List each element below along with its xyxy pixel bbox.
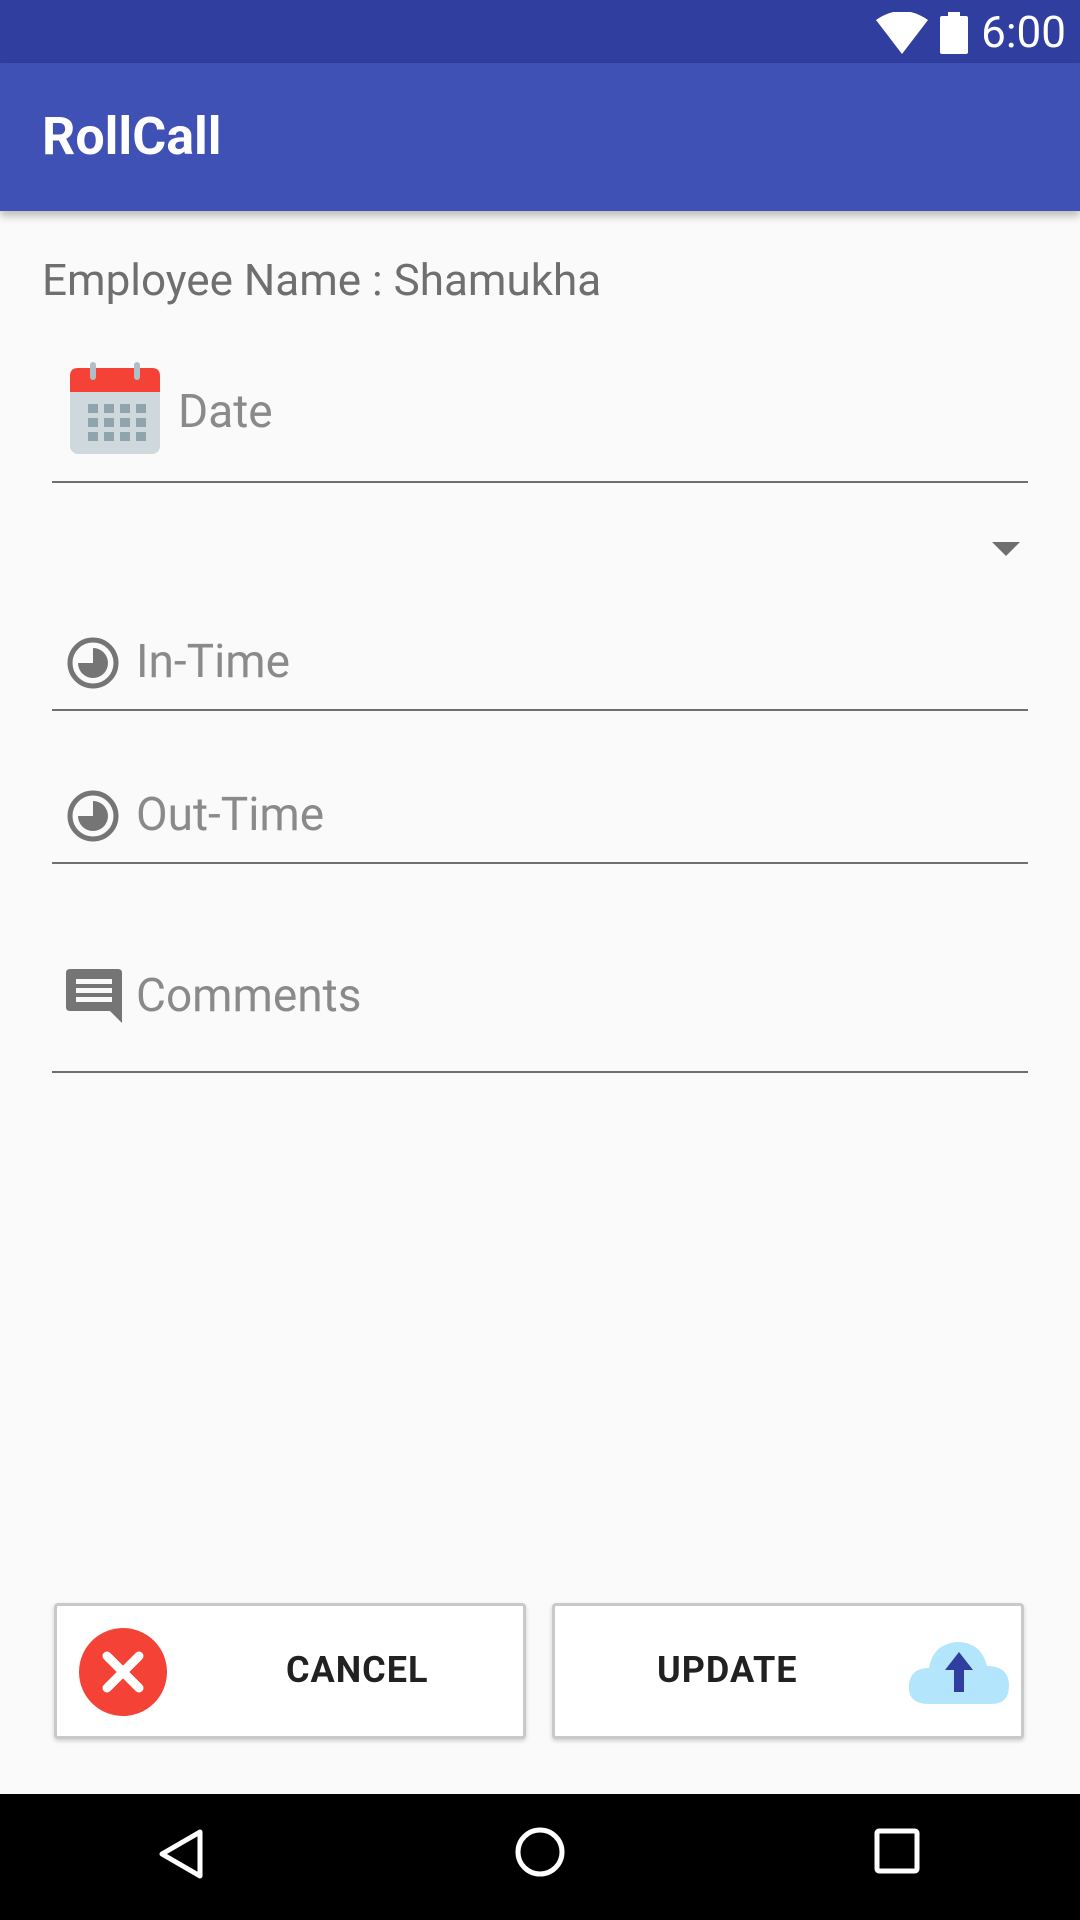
wifi-icon (876, 12, 928, 54)
date-placeholder: Date (178, 385, 273, 439)
clock-time: 6:00 (981, 6, 1066, 58)
cancel-label: CANCEL (286, 1649, 429, 1691)
out-time-underline (52, 862, 1028, 864)
out-time-placeholder: Out-Time (136, 788, 325, 842)
back-icon[interactable] (158, 1828, 204, 1880)
in-time-underline (52, 709, 1028, 711)
calendar-icon (70, 362, 160, 454)
close-circle-icon (79, 1628, 167, 1716)
comment-icon (66, 969, 122, 1023)
clock-icon (67, 637, 119, 689)
employee-name: Employee Name : Shamukha (42, 254, 602, 306)
app-bar: RollCall (0, 63, 1080, 211)
date-underline (52, 481, 1028, 483)
cancel-button[interactable]: CANCEL (54, 1603, 526, 1739)
status-bar: 6:00 (0, 0, 1080, 63)
clock-icon (67, 790, 119, 842)
in-time-placeholder: In-Time (136, 635, 290, 689)
comments-placeholder: Comments (136, 969, 362, 1023)
battery-icon (940, 12, 968, 54)
update-label: UPDATE (657, 1649, 798, 1691)
app-title: RollCall (42, 106, 222, 167)
cloud-upload-icon (908, 1642, 1009, 1704)
status-spinner[interactable] (52, 505, 1028, 585)
update-button[interactable]: UPDATE (552, 1603, 1024, 1739)
recents-icon[interactable] (874, 1828, 920, 1874)
dropdown-arrow-icon[interactable] (992, 542, 1020, 556)
home-icon[interactable] (514, 1826, 566, 1878)
navigation-bar (0, 1794, 1080, 1920)
comments-underline (52, 1071, 1028, 1073)
